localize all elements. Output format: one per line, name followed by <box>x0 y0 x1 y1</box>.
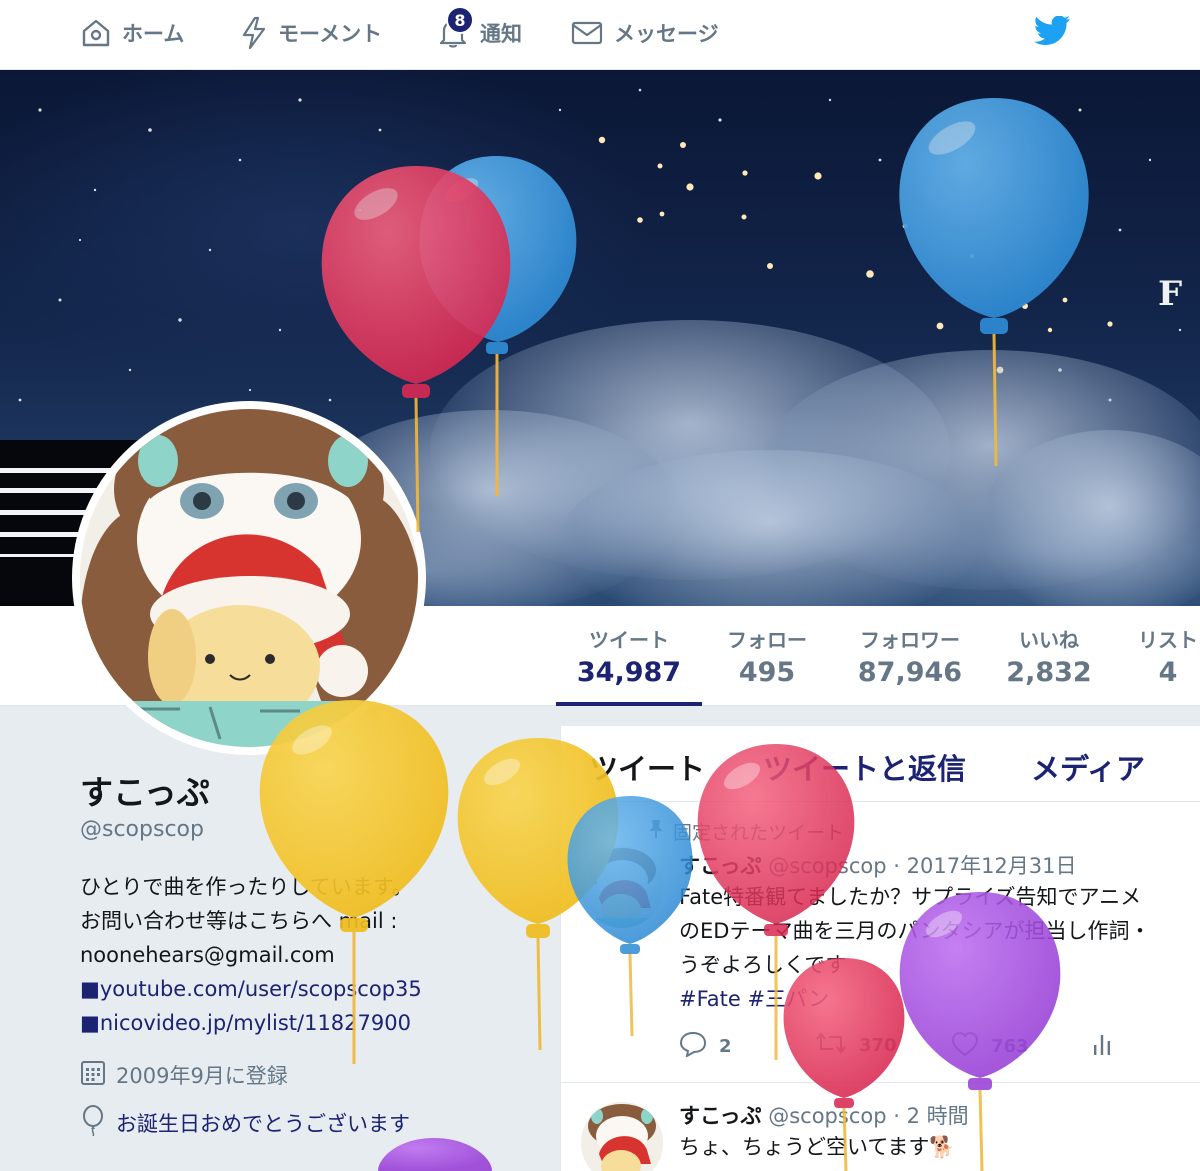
tweet-time[interactable]: 2 時間 <box>907 1104 969 1128</box>
stat-likes[interactable]: いいね 2,832 <box>996 624 1102 688</box>
pinned-tweet-label: 固定されたツイート <box>647 818 844 845</box>
tweet-hashtags[interactable]: #Fate #三パン <box>679 982 1199 1016</box>
notification-count-badge: 8 <box>446 6 474 34</box>
calendar-icon <box>80 1058 106 1091</box>
tweet-author-name[interactable]: すこっぷ <box>679 854 762 878</box>
analytics-button[interactable] <box>1091 1031 1113 1062</box>
avatar-illustration <box>80 409 418 747</box>
tweet-divider <box>561 1082 1200 1083</box>
profile-display-name: すこっぷ <box>80 773 210 812</box>
stat-tweets[interactable]: ツイート 34,987 <box>570 624 688 688</box>
banner-letter: F <box>1158 274 1183 314</box>
tweet-separator: · <box>893 854 900 878</box>
tab-tweets-and-replies[interactable]: ツイートと返信 <box>763 746 966 788</box>
analytics-icon <box>1091 1031 1113 1062</box>
stat-lists-value: 4 <box>1158 657 1178 688</box>
balloon-purple <box>378 1138 492 1171</box>
stat-likes-label: いいね <box>1019 628 1079 652</box>
joined-date-text: 2009年9月に登録 <box>116 1063 288 1088</box>
home-icon <box>80 17 112 49</box>
tweet-timeline: ツイート ツイートと返信 メディア 固定されたツイート すこっぷ @scopsc… <box>560 726 1200 1171</box>
top-navigation-bar: ホーム モーメント 8 通知 メッセージ <box>0 0 1200 70</box>
tweet-text-line: のEDテーマ曲を三月のパンタシアが担当し作詞・ <box>679 919 1151 943</box>
profile-bio: ひとりで曲を作ったりしています。 お問い合わせ等はこちらへ mail : noo… <box>80 870 520 1040</box>
tweet-actions: 2 370 763 <box>679 1031 1179 1061</box>
tab-media[interactable]: メディア <box>1031 746 1145 788</box>
tweet-date[interactable]: 2017年12月31日 <box>907 854 1077 878</box>
like-button[interactable]: 763 <box>951 1031 1029 1062</box>
bio-line: ひとりで曲を作ったりしています。 <box>80 875 413 899</box>
tweet-text-line: うぞよろしくです <box>679 953 847 977</box>
nav-messages[interactable]: メッセージ <box>570 14 719 52</box>
nav-messages-label: メッセージ <box>614 22 719 46</box>
retweet-count: 370 <box>859 1035 897 1056</box>
nav-moments-label: モーメント <box>278 22 383 46</box>
profile-joined-date: 2009年9月に登録 <box>80 1058 288 1091</box>
pinned-tweet-text: 固定されたツイート <box>673 822 845 844</box>
stat-tweets-value: 34,987 <box>576 657 682 688</box>
nav-home[interactable]: ホーム <box>80 14 184 52</box>
bio-email: noonehears@gmail.com <box>80 943 335 967</box>
nav-notifications-label: 通知 <box>480 22 522 46</box>
nav-home-label: ホーム <box>122 22 185 46</box>
retweet-icon <box>815 1031 847 1060</box>
tweet-avatar[interactable] <box>581 846 663 928</box>
stat-following-value: 495 <box>738 657 796 688</box>
profile-avatar[interactable] <box>72 401 426 755</box>
bio-youtube-link[interactable]: ■youtube.com/user/scopscop35 <box>80 977 422 1001</box>
profile-handle[interactable]: @scopscop <box>80 817 204 842</box>
tweet-header: すこっぷ @scopscop · 2 時間 <box>679 1100 969 1130</box>
pin-icon <box>647 819 665 844</box>
reply-count: 2 <box>719 1036 732 1057</box>
twitter-bird-logo[interactable] <box>1033 15 1072 52</box>
stat-following[interactable]: フォロー 495 <box>712 624 822 688</box>
tweet-author-name[interactable]: すこっぷ <box>679 1104 762 1128</box>
tweet-header: すこっぷ @scopscop · 2017年12月31日 <box>679 850 1077 880</box>
tweet-author-handle[interactable]: @scopscop <box>768 854 886 878</box>
birthday-text: お誕生日おめでとうございます <box>116 1111 410 1136</box>
retweet-button[interactable]: 370 <box>815 1031 897 1060</box>
reply-button[interactable]: 2 <box>679 1031 732 1062</box>
stat-followers-value: 87,946 <box>857 657 963 688</box>
nav-notifications[interactable]: 8 通知 <box>436 6 522 52</box>
reply-icon <box>679 1031 707 1062</box>
timeline-tabs: ツイート ツイートと返信 メディア <box>561 726 1200 802</box>
envelope-icon <box>570 18 604 48</box>
like-count: 763 <box>991 1036 1029 1057</box>
lightning-icon <box>240 16 268 50</box>
tweet-author-handle[interactable]: @scopscop <box>768 1104 886 1128</box>
bio-nicovideo-link[interactable]: ■nicovideo.jp/mylist/11827900 <box>80 1011 411 1035</box>
balloon-icon <box>80 1104 106 1141</box>
stat-likes-value: 2,832 <box>1006 657 1092 688</box>
bell-icon: 8 <box>436 6 474 50</box>
stat-following-label: フォロー <box>727 628 807 652</box>
tweet-text: ちょ、ちょうど空いてます🐕 <box>679 1130 1199 1164</box>
tweet-separator: · <box>893 1104 900 1128</box>
tab-tweets[interactable]: ツイート <box>589 746 705 788</box>
stat-lists-label: リスト <box>1138 628 1198 652</box>
profile-birthday: お誕生日おめでとうございます <box>80 1104 410 1141</box>
stat-tweets-label: ツイート <box>589 628 669 652</box>
heart-icon <box>951 1031 979 1062</box>
tweet-text: Fate特番観てましたか？サプライズ告知でアニメ のEDテーマ曲を三月のパンタシ… <box>679 880 1199 1016</box>
nav-moments[interactable]: モーメント <box>240 14 382 52</box>
active-tab-underline <box>556 702 702 706</box>
bio-line: お問い合わせ等はこちらへ mail : <box>80 909 398 933</box>
tweet-text-line: ちょ、ちょうど空いてます🐕 <box>679 1135 956 1159</box>
stat-followers-label: フォロワー <box>860 628 960 652</box>
tweet-avatar[interactable] <box>581 1102 663 1171</box>
stat-followers[interactable]: フォロワー 87,946 <box>846 624 974 688</box>
tweet-text-line: Fate特番観てましたか？サプライズ告知でアニメ <box>679 885 1142 909</box>
stat-lists[interactable]: リスト 4 <box>1126 624 1200 688</box>
